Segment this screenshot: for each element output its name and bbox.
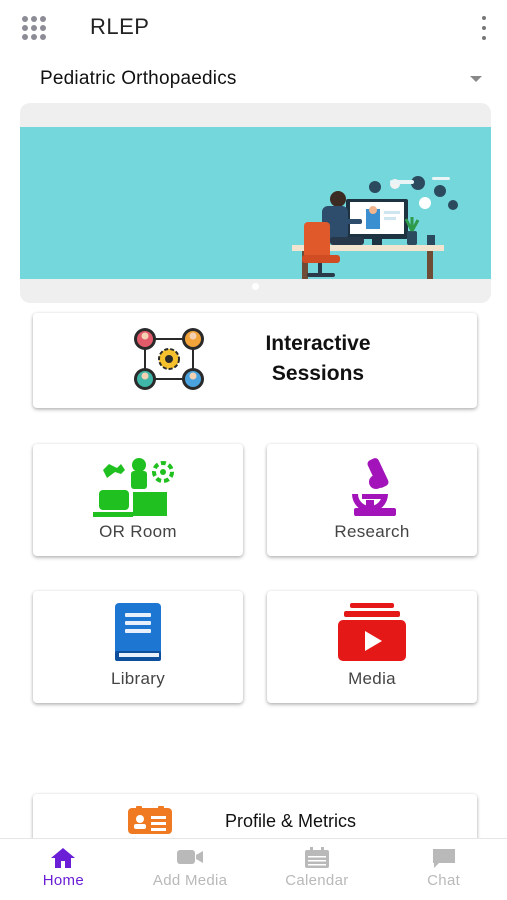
book-icon [115, 603, 161, 661]
carousel-indicator-dot[interactable] [252, 283, 259, 290]
or-room-label: OR Room [99, 522, 177, 541]
specialty-selected-value: Pediatric Orthopaedics [40, 68, 237, 89]
or-room-tile[interactable]: OR Room [33, 444, 243, 556]
media-label: Media [348, 669, 396, 688]
more-vert-icon[interactable] [479, 16, 489, 40]
banner-image [20, 127, 491, 279]
nav-add-media[interactable]: Add Media [127, 839, 254, 900]
nav-chat[interactable]: Chat [380, 839, 507, 900]
nav-home-label: Home [42, 872, 84, 889]
operating-room-icon [93, 458, 174, 517]
library-label: Library [110, 669, 166, 688]
research-label: Research [334, 522, 410, 541]
interactive-sessions-label: Interactive Sessions [265, 332, 371, 385]
research-tile[interactable]: Research [267, 444, 477, 556]
media-tile[interactable]: Media [267, 591, 477, 703]
microscope-icon [352, 458, 396, 516]
network-people-icon [134, 328, 204, 390]
library-tile[interactable]: Library [33, 591, 243, 703]
youtube-stack-icon [338, 603, 406, 661]
app-title: RLEP [90, 14, 150, 39]
profile-metrics-label: Profile & Metrics [225, 811, 357, 831]
nav-chat-label: Chat [427, 872, 461, 889]
specialty-dropdown[interactable]: Pediatric Orthopaedics [20, 62, 490, 98]
interactive-sessions-card[interactable]: Interactive Sessions [33, 313, 477, 408]
app-bar: RLEP [0, 0, 507, 56]
bottom-navigation: Home Add Media Calendar Chat [0, 838, 507, 900]
calendar-icon [304, 847, 329, 868]
video-camera-icon [177, 850, 204, 864]
chat-bubble-icon [432, 849, 455, 868]
apps-grid-icon[interactable] [22, 16, 48, 40]
nav-home[interactable]: Home [0, 839, 127, 900]
nav-calendar[interactable]: Calendar [254, 839, 381, 900]
telemedicine-illustration [292, 176, 458, 279]
home-icon [51, 848, 76, 868]
dropdown-caret-icon [470, 76, 482, 82]
banner-carousel[interactable] [20, 103, 491, 303]
nav-calendar-label: Calendar [285, 872, 349, 889]
nav-add-media-label: Add Media [152, 872, 228, 889]
id-card-icon [128, 806, 172, 834]
